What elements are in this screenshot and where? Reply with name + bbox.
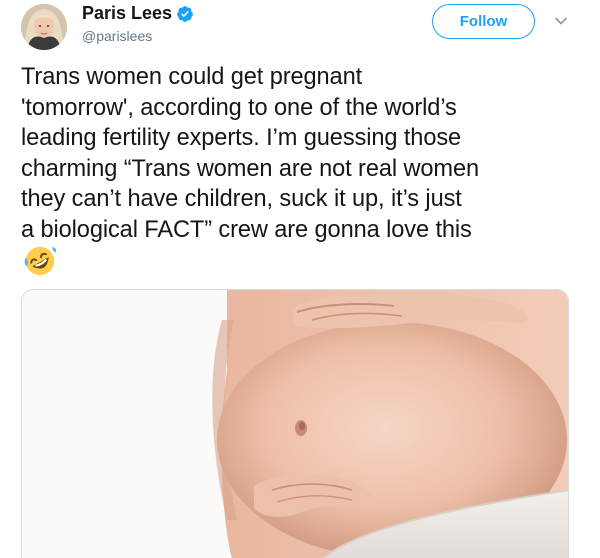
follow-button[interactable]: Follow xyxy=(432,4,535,39)
tweet-text-line: Trans women could get pregnant xyxy=(21,64,363,90)
tweet-text-line: a biological FACT” crew are gonna love t… xyxy=(21,216,472,243)
verified-badge-icon xyxy=(177,5,193,22)
avatar[interactable] xyxy=(21,4,67,50)
tweet-text: Trans women could get pregnant 'tomorrow… xyxy=(21,62,581,245)
tweet-text-line: they can’t have children, suck it up, it… xyxy=(21,186,462,212)
display-name[interactable]: Paris Lees xyxy=(82,3,172,24)
tweet-media-image[interactable] xyxy=(21,289,569,558)
rolling-on-floor-laughing-icon xyxy=(24,246,57,276)
tweet-text-line: leading fertility experts. I’m guessing … xyxy=(21,125,462,151)
tweet: Paris Lees @parislees Follow Trans women… xyxy=(0,0,600,558)
name-row: Paris Lees xyxy=(82,3,194,24)
tweet-text-line: 'tomorrow', according to one of the worl… xyxy=(21,94,457,121)
user-handle[interactable]: @parislees xyxy=(82,28,152,44)
chevron-down-icon[interactable] xyxy=(554,14,568,28)
tweet-text-line: charming “Trans women are not real women xyxy=(21,155,480,182)
pregnant-belly-photo xyxy=(22,290,568,558)
